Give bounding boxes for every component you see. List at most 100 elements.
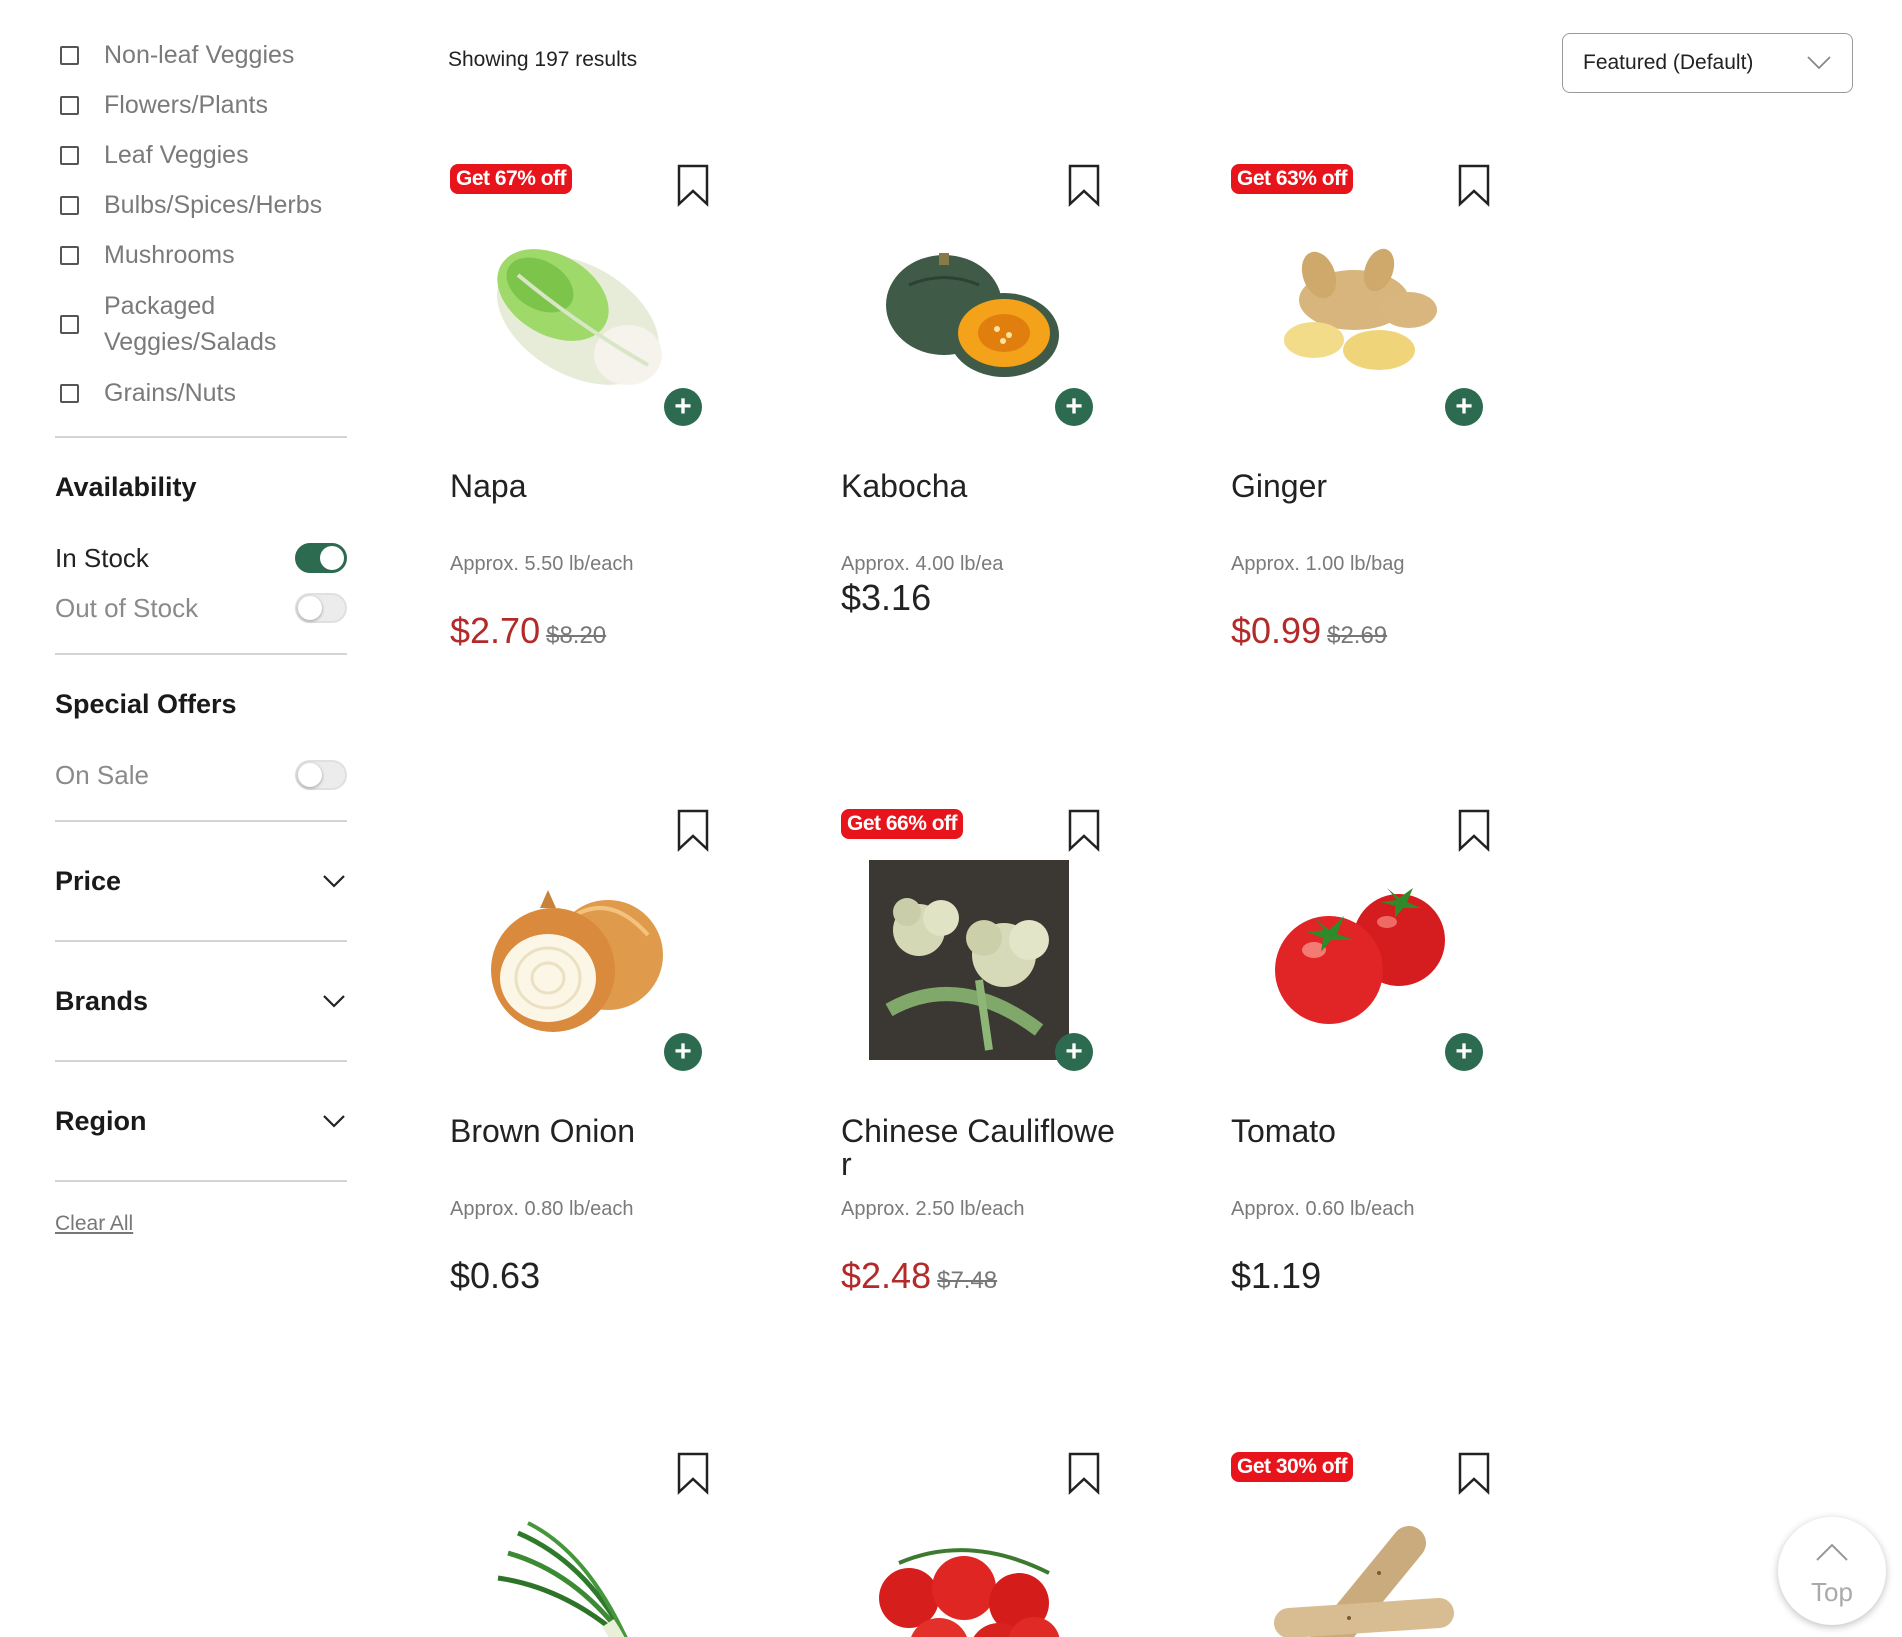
chevron-down-icon — [323, 875, 345, 888]
sale-price: $0.99 — [1231, 610, 1322, 651]
chevron-down-icon — [323, 995, 345, 1008]
bookmark-icon[interactable] — [1067, 808, 1101, 852]
discount-badge: Get 30% off — [1231, 1452, 1354, 1482]
product-name[interactable]: Ginger — [1231, 470, 1506, 503]
bookmark-icon[interactable] — [676, 163, 710, 207]
kabocha-squash-image[interactable] — [869, 215, 1069, 415]
price-filter[interactable]: Price — [55, 822, 347, 940]
product-card[interactable]: Get 63% off + Ginger Approx. 1.00 lb/bag… — [1229, 130, 1529, 690]
checkbox[interactable] — [60, 314, 79, 334]
add-to-cart-button[interactable]: + — [1445, 388, 1483, 426]
checkbox[interactable] — [60, 45, 79, 65]
add-to-cart-button[interactable]: + — [1055, 388, 1093, 426]
checkbox[interactable] — [60, 383, 79, 403]
availability-title: Availability — [55, 472, 197, 502]
category-item[interactable]: Bulbs/Spices/Herbs — [55, 180, 347, 230]
bookmark-icon[interactable] — [1457, 808, 1491, 852]
category-label: Mushrooms — [104, 241, 235, 269]
product-card[interactable]: Get 67% off + Napa Approx. 5.50 lb/each … — [448, 130, 748, 690]
product-name[interactable]: Napa — [450, 470, 725, 503]
bookmark-icon[interactable] — [1067, 1451, 1101, 1495]
in-stock-row: In Stock — [55, 533, 347, 583]
product-card[interactable] — [839, 1418, 1139, 1637]
product-card[interactable]: + Brown Onion Approx. 0.80 lb/each $0.63 — [448, 775, 748, 1335]
category-item[interactable]: Leaf Veggies — [55, 130, 347, 180]
toggle-knob — [320, 546, 344, 570]
brown-onion-image[interactable] — [478, 860, 678, 1060]
divider — [55, 653, 347, 655]
original-price: $7.48 — [937, 1267, 998, 1294]
original-price: $2.69 — [1327, 622, 1388, 649]
bookmark-icon[interactable] — [676, 1451, 710, 1495]
chevron-down-icon — [1807, 56, 1831, 70]
checkbox[interactable] — [60, 145, 79, 165]
category-label: Bulbs/Spices/Herbs — [104, 191, 323, 219]
out-of-stock-row: Out of Stock — [55, 583, 347, 633]
toggle-knob — [298, 763, 322, 787]
category-item[interactable]: Packaged Veggies/Salads — [55, 280, 347, 368]
bookmark-icon[interactable] — [1457, 1451, 1491, 1495]
category-item[interactable]: Non-leaf Veggies — [55, 30, 347, 80]
add-to-cart-button[interactable]: + — [664, 388, 702, 426]
category-item[interactable]: Mushrooms — [55, 230, 347, 280]
region-filter[interactable]: Region — [55, 1062, 347, 1180]
price-row: $2.70 $8.20 — [450, 610, 606, 652]
product-name[interactable]: Chinese Cauliflower — [841, 1115, 1116, 1181]
on-sale-row: On Sale — [55, 750, 347, 800]
add-to-cart-button[interactable]: + — [664, 1033, 702, 1071]
product-price: $1.19 — [1231, 1255, 1322, 1296]
special-offers-title: Special Offers — [55, 689, 237, 719]
clear-all-link[interactable]: Clear All — [55, 1212, 133, 1236]
product-weight: Approx. 2.50 lb/each — [841, 1198, 1025, 1220]
chevron-down-icon — [323, 1115, 345, 1128]
in-stock-label: In Stock — [55, 542, 149, 573]
product-card[interactable]: + Tomato Approx. 0.60 lb/each $1.19 — [1229, 775, 1529, 1335]
checkbox[interactable] — [60, 95, 79, 115]
add-to-cart-button[interactable]: + — [1445, 1033, 1483, 1071]
sort-dropdown[interactable]: Featured (Default) — [1562, 33, 1853, 93]
product-weight: Approx. 0.80 lb/each — [450, 1198, 634, 1220]
on-sale-toggle[interactable] — [295, 760, 347, 790]
bookmark-icon[interactable] — [676, 808, 710, 852]
bookmark-icon[interactable] — [1067, 163, 1101, 207]
napa-cabbage-image[interactable] — [478, 215, 678, 415]
category-item[interactable]: Grains/Nuts — [55, 368, 347, 418]
original-price: $8.20 — [546, 622, 607, 649]
out-of-stock-toggle[interactable] — [295, 593, 347, 623]
sort-selected-value: Featured (Default) — [1583, 51, 1754, 74]
chinese-cauliflower-image[interactable] — [869, 860, 1069, 1060]
product-price: $3.16 — [841, 577, 932, 618]
product-card[interactable]: Get 30% off — [1229, 1418, 1529, 1637]
product-weight: Approx. 5.50 lb/each — [450, 553, 634, 575]
back-to-top-label: Top — [1811, 1577, 1853, 1607]
product-name[interactable]: Tomato — [1231, 1115, 1506, 1148]
add-to-cart-button[interactable]: + — [1055, 1033, 1093, 1071]
product-card[interactable]: Get 66% off + Chinese Cauliflower Approx… — [839, 775, 1139, 1335]
product-card[interactable] — [448, 1418, 748, 1637]
bookmark-icon[interactable] — [1457, 163, 1491, 207]
chevron-up-icon — [1816, 1543, 1848, 1561]
ginger-root-image[interactable] — [1259, 215, 1459, 415]
category-item[interactable]: Flowers/Plants — [55, 80, 347, 130]
back-to-top-button[interactable]: Top — [1778, 1517, 1886, 1625]
category-label: Flowers/Plants — [104, 91, 268, 119]
checkbox[interactable] — [60, 195, 79, 215]
brands-filter[interactable]: Brands — [55, 942, 347, 1060]
cherry-tomatoes-image[interactable] — [869, 1503, 1069, 1637]
product-name[interactable]: Brown Onion — [450, 1115, 725, 1148]
toggle-knob — [298, 596, 322, 620]
in-stock-toggle[interactable] — [295, 543, 347, 573]
price-filter-title: Price — [55, 865, 122, 896]
category-label: Non-leaf Veggies — [104, 41, 295, 69]
product-name[interactable]: Kabocha — [841, 470, 1116, 503]
yam-image[interactable] — [1259, 1503, 1459, 1637]
checkbox[interactable] — [60, 245, 79, 265]
price-row: $0.63 — [450, 1255, 540, 1297]
results-count: Showing 197 results — [448, 48, 638, 71]
green-onion-image[interactable] — [478, 1503, 678, 1637]
product-card[interactable]: + Kabocha Approx. 4.00 lb/ea $3.16 — [839, 130, 1139, 690]
tomato-image[interactable] — [1259, 860, 1459, 1060]
price-row: $1.19 — [1231, 1255, 1321, 1297]
category-label: Packaged Veggies/Salads — [104, 292, 277, 356]
divider — [55, 436, 347, 438]
